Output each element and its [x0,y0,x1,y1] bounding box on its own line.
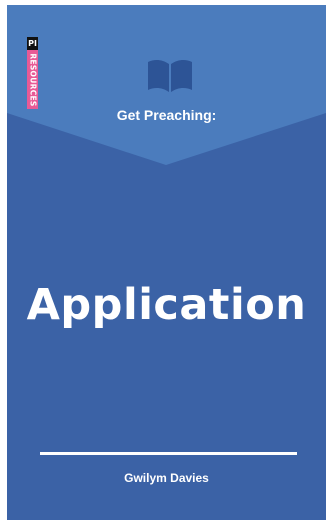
series-title: Get Preaching: [116,107,217,123]
publisher-logo: PI RESOURCES [27,37,38,109]
author-name: Gwilym Davies [124,471,209,485]
divider [40,452,297,455]
book-title: Application [26,280,307,330]
open-book-icon [148,59,192,92]
book-cover: PI RESOURCES Get Preaching: Application … [7,5,326,520]
publisher-logo-wordmark: RESOURCES [28,52,37,107]
publisher-logo-mark: PI [27,37,38,50]
